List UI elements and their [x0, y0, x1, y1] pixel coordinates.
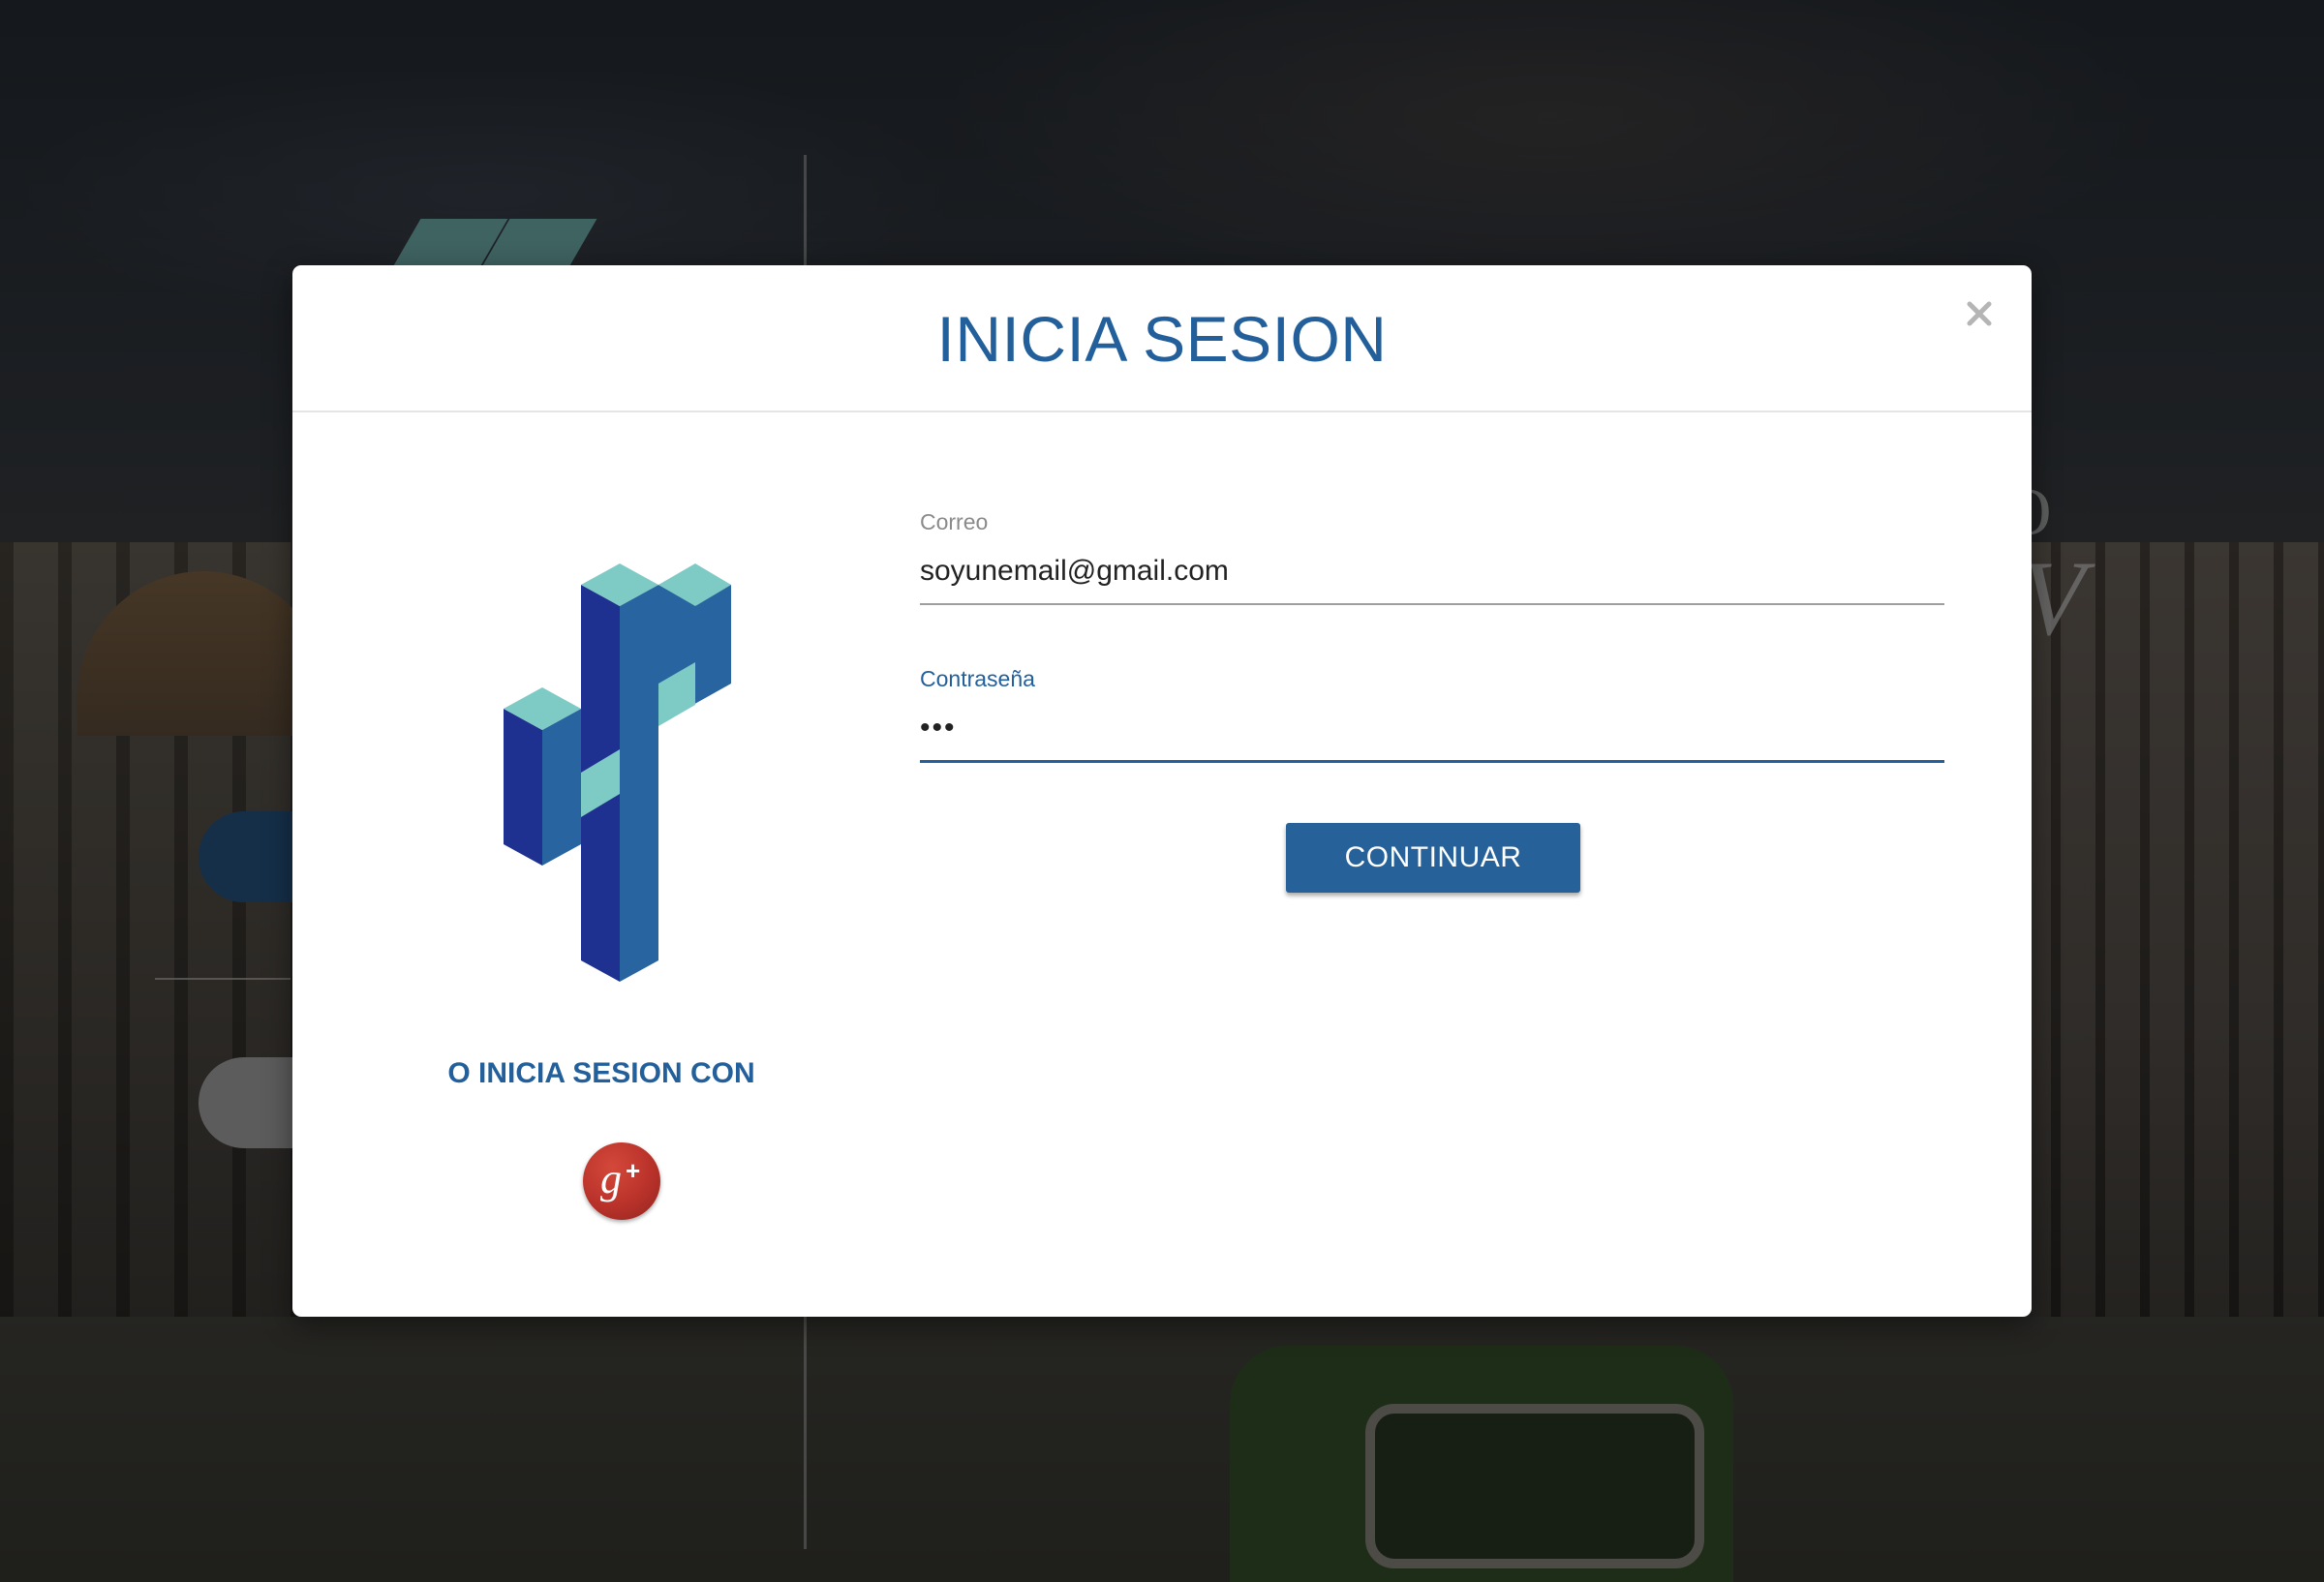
brand-logo — [504, 563, 731, 982]
password-field-group: Contraseña — [920, 666, 1944, 763]
email-field-group: Correo — [920, 509, 1944, 605]
modal-title: INICIA SESION — [936, 303, 1388, 375]
logo-column-right-face — [620, 585, 658, 982]
page: O V INICIA SESION — [0, 0, 2324, 1582]
svg-text:+: + — [626, 1156, 640, 1185]
logo-arm-lower-right-face — [542, 709, 581, 866]
social-login-label: O INICIA SESION CON — [447, 1057, 755, 1089]
logo-arm-lower-left-face — [504, 709, 542, 866]
email-label: Correo — [920, 509, 989, 534]
login-modal: INICIA SESION O INICIA SESION CON g + Co… — [292, 265, 2032, 1317]
google-plus-login-button[interactable]: g + — [583, 1142, 660, 1220]
google-plus-icon: g + — [600, 1155, 640, 1202]
email-input[interactable] — [920, 555, 1944, 605]
continue-button[interactable]: CONTINUAR — [1286, 823, 1580, 893]
close-icon — [1967, 301, 1992, 326]
close-button[interactable] — [1960, 294, 1999, 333]
modal-header: INICIA SESION — [292, 265, 2032, 412]
password-label: Contraseña — [920, 666, 1035, 691]
svg-text:g: g — [600, 1155, 622, 1202]
password-input[interactable] — [920, 712, 1944, 763]
